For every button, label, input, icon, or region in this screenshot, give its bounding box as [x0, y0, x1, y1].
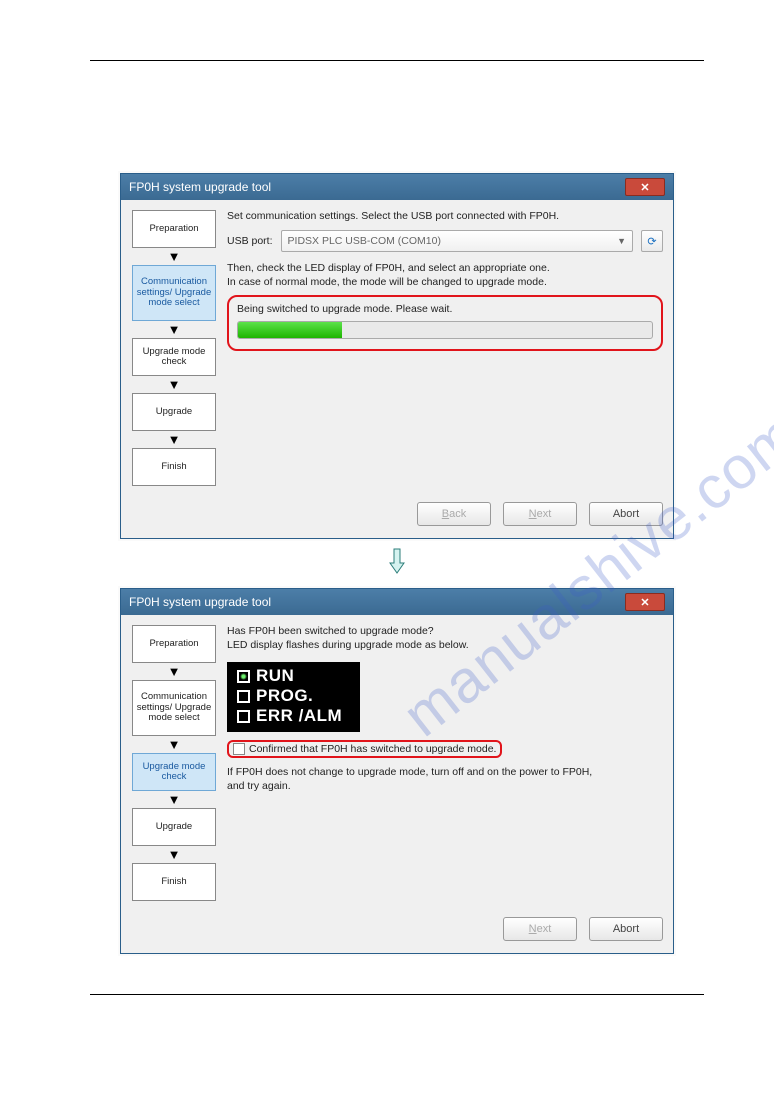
instruction-text: Set communication settings. Select the U…	[227, 210, 663, 222]
abort-button[interactable]: Abort	[589, 917, 663, 941]
titlebar: FP0H system upgrade tool ✕	[121, 589, 673, 615]
back-button[interactable]: Back	[417, 502, 491, 526]
step-upgrade-mode-check[interactable]: Upgrade mode check	[132, 753, 216, 791]
step-finish[interactable]: Finish	[132, 448, 216, 486]
wizard-steps: Preparation ▼ Communication settings/ Up…	[131, 210, 217, 486]
abort-button[interactable]: Abort	[589, 502, 663, 526]
chevron-down-icon: ▼	[168, 738, 181, 751]
confirm-label: Confirmed that FP0H has switched to upgr…	[249, 743, 496, 755]
step-preparation[interactable]: Preparation	[132, 210, 216, 248]
step-upgrade[interactable]: Upgrade	[132, 393, 216, 431]
close-button[interactable]: ✕	[625, 593, 665, 611]
highlighted-confirm-box: Confirmed that FP0H has switched to upgr…	[227, 740, 502, 758]
chevron-down-icon: ▼	[168, 665, 181, 678]
divider	[90, 60, 704, 61]
close-icon: ✕	[640, 596, 649, 609]
led-display: RUN PROG. ERR /ALM	[227, 662, 360, 732]
wizard-window-2: FP0H system upgrade tool ✕ Preparation ▼…	[120, 588, 674, 954]
chevron-down-icon: ▼	[168, 848, 181, 861]
step-upgrade-mode-check[interactable]: Upgrade mode check	[132, 338, 216, 376]
flow-arrow	[90, 547, 704, 578]
usb-port-label: USB port:	[227, 235, 273, 247]
highlighted-status-box: Being switched to upgrade mode. Please w…	[227, 295, 663, 351]
usb-port-value: PIDSX PLC USB-COM (COM10)	[288, 235, 441, 247]
refresh-icon: ⟳	[647, 235, 656, 248]
retry-note: If FP0H does not change to upgrade mode,…	[227, 766, 663, 793]
wizard-window-1: FP0H system upgrade tool ✕ Preparation ▼…	[120, 173, 674, 539]
next-button[interactable]: Next	[503, 917, 577, 941]
progress-bar	[237, 321, 653, 339]
step-comm-settings[interactable]: Communication settings/ Upgrade mode sel…	[132, 265, 216, 321]
step-finish[interactable]: Finish	[132, 863, 216, 901]
chevron-down-icon: ▼	[168, 323, 181, 336]
step-upgrade[interactable]: Upgrade	[132, 808, 216, 846]
window-title: FP0H system upgrade tool	[129, 595, 271, 609]
status-text: Being switched to upgrade mode. Please w…	[237, 303, 653, 315]
led-indicator-prog	[237, 690, 250, 703]
step-preparation[interactable]: Preparation	[132, 625, 216, 663]
arrow-down-icon	[388, 547, 406, 575]
chevron-down-icon: ▼	[168, 433, 181, 446]
note-text: Then, check the LED display of FP0H, and…	[227, 262, 663, 289]
confirm-checkbox[interactable]	[233, 743, 245, 755]
chevron-down-icon: ▼	[168, 250, 181, 263]
refresh-button[interactable]: ⟳	[641, 230, 663, 252]
chevron-down-icon: ▼	[168, 793, 181, 806]
led-indicator-err	[237, 710, 250, 723]
question-text: Has FP0H been switched to upgrade mode? …	[227, 625, 663, 652]
close-button[interactable]: ✕	[625, 178, 665, 196]
divider	[90, 994, 704, 995]
titlebar: FP0H system upgrade tool ✕	[121, 174, 673, 200]
chevron-down-icon: ▼	[168, 378, 181, 391]
window-title: FP0H system upgrade tool	[129, 180, 271, 194]
close-icon: ✕	[640, 181, 649, 194]
chevron-down-icon: ▼	[617, 236, 626, 246]
step-comm-settings[interactable]: Communication settings/ Upgrade mode sel…	[132, 680, 216, 736]
next-button[interactable]: Next	[503, 502, 577, 526]
wizard-steps: Preparation ▼ Communication settings/ Up…	[131, 625, 217, 901]
led-indicator-run	[237, 670, 250, 683]
progress-fill	[238, 322, 342, 338]
usb-port-dropdown[interactable]: PIDSX PLC USB-COM (COM10) ▼	[281, 230, 633, 252]
